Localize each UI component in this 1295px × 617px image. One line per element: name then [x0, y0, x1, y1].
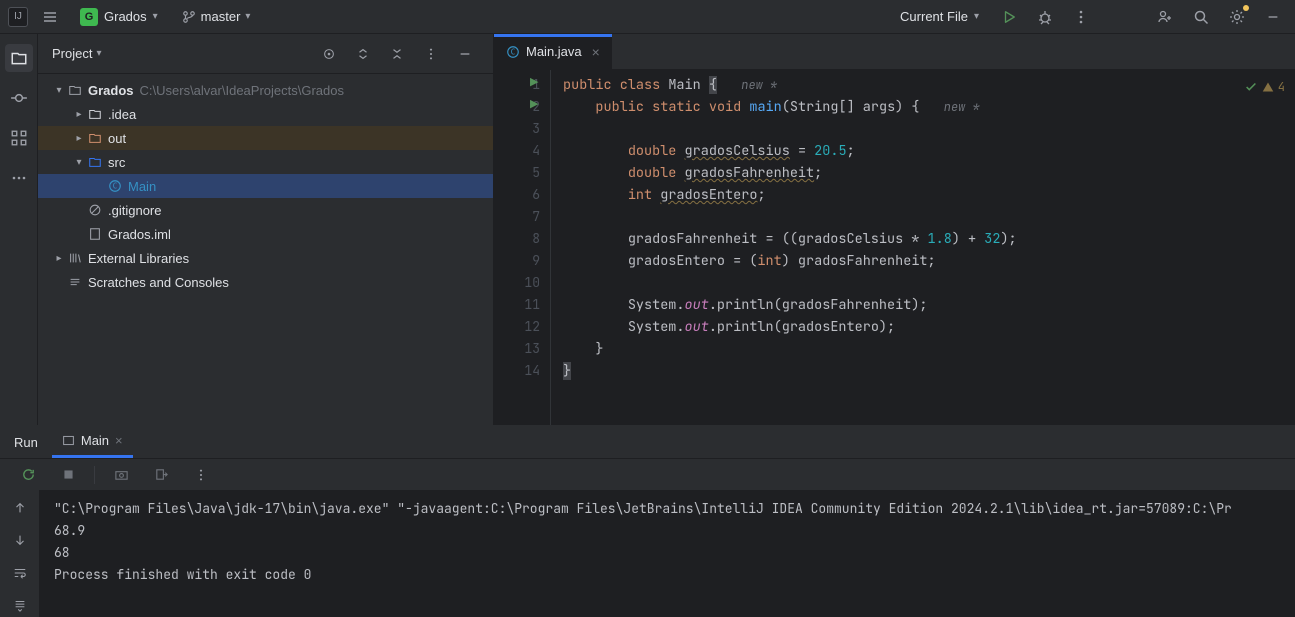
run-button[interactable]	[995, 3, 1023, 31]
tree-root-path: C:\Users\alvar\IdeaProjects\Grados	[140, 83, 344, 98]
run-tab-main[interactable]: Main ×	[52, 426, 133, 458]
main-toolbar: IJ G Grados ▾ master ▾ Current File ▾	[0, 0, 1295, 34]
project-tree[interactable]: ▾ Grados C:\Users\alvar\IdeaProjects\Gra…	[38, 74, 493, 425]
run-tab-icon	[62, 434, 75, 447]
project-name-label: Grados	[104, 9, 147, 24]
scratch-icon	[66, 275, 84, 289]
commit-tool-button[interactable]	[5, 84, 33, 112]
folder-icon	[86, 107, 104, 121]
branch-name-label: master	[201, 9, 241, 24]
folder-icon	[66, 83, 84, 97]
tree-item-label: .idea	[108, 107, 136, 122]
screenshot-icon[interactable]	[107, 461, 135, 489]
folder-icon	[86, 131, 104, 145]
file-icon	[86, 227, 104, 241]
file-icon	[86, 203, 104, 217]
run-panel-title: Run	[14, 435, 38, 450]
left-tool-rail	[0, 34, 38, 425]
settings-icon[interactable]	[1223, 3, 1251, 31]
chevron-down-icon: ▾	[974, 11, 979, 22]
close-icon[interactable]: ×	[115, 433, 123, 448]
chevron-down-icon: ▾	[245, 11, 250, 22]
tree-item-label: src	[108, 155, 125, 170]
class-icon: C	[106, 179, 124, 193]
run-panel-header: Run Main ×	[0, 426, 1295, 458]
run-side-rail	[0, 490, 40, 617]
panel-more-icon[interactable]	[417, 40, 445, 68]
folder-icon	[86, 155, 104, 169]
tree-item-label: Main	[128, 179, 156, 194]
minimize-icon[interactable]	[1259, 3, 1287, 31]
editor-body[interactable]: 1234567891011121314 ▶ ▶ public class Mai…	[494, 70, 1295, 425]
tree-root-name: Grados	[88, 83, 134, 98]
exit-icon[interactable]	[147, 461, 175, 489]
close-icon[interactable]: ×	[592, 44, 600, 60]
inspection-indicator[interactable]: 4	[1244, 76, 1285, 98]
svg-text:C: C	[113, 182, 118, 191]
tree-item-iml[interactable]: Grados.iml	[38, 222, 493, 246]
library-icon	[66, 251, 84, 265]
tree-item-label: Grados.iml	[108, 227, 171, 242]
hide-panel-icon[interactable]	[451, 40, 479, 68]
project-badge: G	[80, 8, 98, 26]
scroll-to-end-icon[interactable]	[6, 593, 34, 617]
vcs-branch-selector[interactable]: master ▾	[174, 6, 259, 27]
project-panel-header: Project ▾	[38, 34, 493, 74]
code-with-me-icon[interactable]	[1151, 3, 1179, 31]
tree-root[interactable]: ▾ Grados C:\Users\alvar\IdeaProjects\Gra…	[38, 78, 493, 102]
run-panel: Run Main × "C:\Program Files\Java\jdk-17…	[0, 425, 1295, 617]
gutter: 1234567891011121314	[494, 70, 550, 425]
editor-tabs: C Main.java ×	[494, 34, 1295, 70]
tab-label: Main.java	[526, 44, 582, 59]
svg-text:C: C	[511, 47, 516, 56]
run-more-icon[interactable]	[187, 461, 215, 489]
console-output[interactable]: "C:\Program Files\Java\jdk-17\bin\java.e…	[40, 490, 1295, 617]
select-opened-file-icon[interactable]	[315, 40, 343, 68]
up-icon[interactable]	[6, 496, 34, 520]
editor-tab-main[interactable]: C Main.java ×	[494, 34, 612, 69]
editor-area: C Main.java × 1234567891011121314 ▶ ▶ pu…	[494, 34, 1295, 425]
tree-item-label: .gitignore	[108, 203, 161, 218]
run-config-label: Current File	[900, 9, 968, 24]
project-panel-title: Project	[52, 46, 92, 61]
tree-item-out[interactable]: ▸ out	[38, 126, 493, 150]
project-panel: Project ▾ ▾ Grados C:\Users\alvar\IdeaPr…	[38, 34, 494, 425]
tree-item-gitignore[interactable]: .gitignore	[38, 198, 493, 222]
tree-item-scratches[interactable]: Scratches and Consoles	[38, 270, 493, 294]
class-icon: C	[506, 45, 520, 59]
collapse-all-icon[interactable]	[383, 40, 411, 68]
tree-item-src[interactable]: ▾ src	[38, 150, 493, 174]
rerun-icon[interactable]	[14, 461, 42, 489]
tree-item-external-libraries[interactable]: ▸ External Libraries	[38, 246, 493, 270]
soft-wrap-icon[interactable]	[6, 561, 34, 585]
search-icon[interactable]	[1187, 3, 1215, 31]
chevron-down-icon[interactable]: ▾	[96, 48, 101, 59]
tree-item-label: External Libraries	[88, 251, 189, 266]
expand-all-icon[interactable]	[349, 40, 377, 68]
more-tool-button[interactable]	[5, 164, 33, 192]
tree-item-main[interactable]: C Main	[38, 174, 493, 198]
project-selector[interactable]: G Grados ▾	[72, 5, 166, 29]
stop-icon[interactable]	[54, 461, 82, 489]
down-icon[interactable]	[6, 528, 34, 552]
run-tab-label: Main	[81, 433, 109, 448]
run-toolbar	[0, 458, 1295, 490]
more-icon[interactable]	[1067, 3, 1095, 31]
tree-item-idea[interactable]: ▸ .idea	[38, 102, 493, 126]
structure-tool-button[interactable]	[5, 124, 33, 152]
run-config-selector[interactable]: Current File ▾	[892, 6, 987, 27]
project-tool-button[interactable]	[5, 44, 33, 72]
tree-item-label: Scratches and Consoles	[88, 275, 229, 290]
debug-button[interactable]	[1031, 3, 1059, 31]
run-gutter-icon[interactable]: ▶	[530, 97, 538, 110]
code-editor[interactable]: public class Main { new * public static …	[550, 70, 1295, 425]
branch-icon	[182, 10, 196, 24]
hamburger-icon[interactable]	[36, 3, 64, 31]
app-icon: IJ	[8, 7, 28, 27]
run-gutter-icon[interactable]: ▶	[530, 75, 538, 88]
tree-item-label: out	[108, 131, 126, 146]
chevron-down-icon: ▾	[153, 11, 158, 22]
